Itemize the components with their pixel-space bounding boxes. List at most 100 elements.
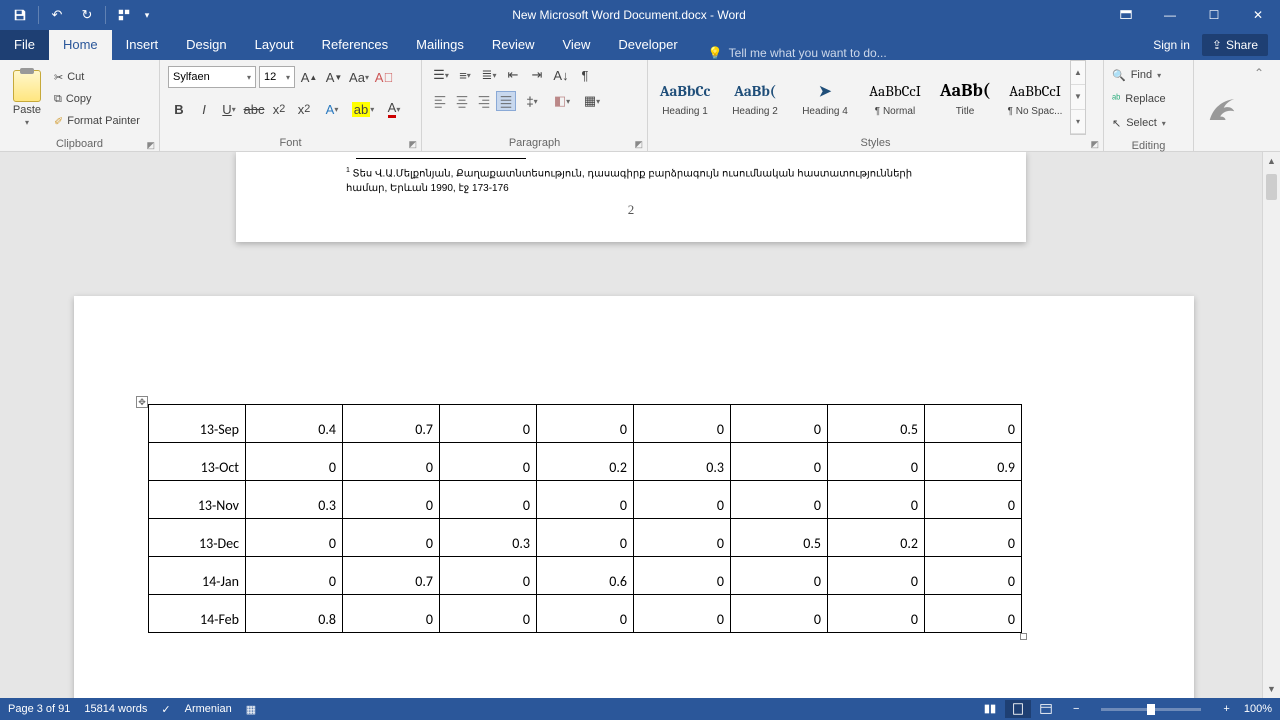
data-cell[interactable]: 0.3 <box>634 443 731 481</box>
data-cell[interactable]: 0 <box>246 443 343 481</box>
table-row[interactable]: 13-Sep0.40.700000.50 <box>149 405 1022 443</box>
italic-button[interactable]: I <box>193 98 215 120</box>
grow-font-button[interactable]: A▲ <box>298 66 320 88</box>
data-cell[interactable]: 0 <box>343 519 440 557</box>
zoom-in-button[interactable]: + <box>1223 703 1229 715</box>
redo-button[interactable]: ↻ <box>73 1 101 29</box>
paragraph-launcher[interactable]: ◩ <box>634 139 643 150</box>
footnote-text[interactable]: 1 Տես Վ.Ա.Մելքոնյան, Քաղաքատնտեսություն,… <box>346 166 916 195</box>
data-cell[interactable]: 0.5 <box>828 405 925 443</box>
bullets-button[interactable]: ☰▾ <box>430 64 452 86</box>
data-cell[interactable]: 0 <box>537 405 634 443</box>
style-heading-1[interactable]: AaBbCcHeading 1 <box>650 60 720 135</box>
strikethrough-button[interactable]: abc <box>243 98 265 120</box>
font-color-button[interactable]: A▾ <box>380 98 408 120</box>
table-resize-handle[interactable] <box>1020 633 1027 640</box>
maximize-button[interactable]: ☐ <box>1192 0 1236 30</box>
status-macro-icon[interactable]: ▦ <box>246 703 256 716</box>
data-cell[interactable]: 0 <box>925 481 1022 519</box>
text-effects-button[interactable]: A▾ <box>318 98 346 120</box>
data-cell[interactable]: 0.2 <box>828 519 925 557</box>
data-cell[interactable]: 0 <box>537 519 634 557</box>
style-title[interactable]: AaBb(Title <box>930 60 1000 135</box>
show-marks-button[interactable]: ¶ <box>574 64 596 86</box>
row-label-cell[interactable]: 14-Feb <box>149 595 246 633</box>
row-label-cell[interactable]: 14-Jan <box>149 557 246 595</box>
tell-me-box[interactable]: 💡 Tell me what you want to do... <box>708 46 887 60</box>
data-cell[interactable]: 0 <box>343 481 440 519</box>
data-cell[interactable]: 0 <box>925 519 1022 557</box>
data-cell[interactable]: 0.4 <box>246 405 343 443</box>
scroll-down-button[interactable]: ▼ <box>1263 680 1280 698</box>
data-cell[interactable]: 0.9 <box>925 443 1022 481</box>
cut-button[interactable]: ✂Cut <box>52 66 142 88</box>
tab-review[interactable]: Review <box>478 30 549 60</box>
tab-mailings[interactable]: Mailings <box>402 30 478 60</box>
align-center-button[interactable] <box>452 91 472 111</box>
share-button[interactable]: ⇪ Share <box>1202 34 1268 56</box>
gallery-down[interactable]: ▼ <box>1071 85 1085 109</box>
data-cell[interactable]: 0 <box>731 481 828 519</box>
table-row[interactable]: 13-Nov0.30000000 <box>149 481 1022 519</box>
style--no-spac-[interactable]: AaBbCcI¶ No Spac... <box>1000 60 1070 135</box>
paste-dropdown-caret[interactable]: ▾ <box>25 118 29 127</box>
undo-button[interactable]: ↶ <box>43 1 71 29</box>
subscript-button[interactable]: x2 <box>268 98 290 120</box>
row-label-cell[interactable]: 13-Dec <box>149 519 246 557</box>
status-language[interactable]: Armenian <box>185 703 232 715</box>
styles-gallery-scroll[interactable]: ▲▼▾ <box>1070 60 1086 135</box>
borders-button[interactable]: ▦▾ <box>578 90 606 112</box>
tab-developer[interactable]: Developer <box>604 30 691 60</box>
scroll-track[interactable] <box>1263 170 1280 680</box>
align-right-button[interactable] <box>474 91 494 111</box>
zoom-slider[interactable] <box>1101 708 1201 711</box>
data-cell[interactable]: 0 <box>246 519 343 557</box>
clipboard-launcher[interactable]: ◩ <box>146 140 155 151</box>
data-cell[interactable]: 0 <box>343 443 440 481</box>
table-row[interactable]: 14-Jan00.700.60000 <box>149 557 1022 595</box>
align-left-button[interactable] <box>430 91 450 111</box>
qat-customize-button[interactable]: ▾ <box>140 1 154 29</box>
data-cell[interactable]: 0 <box>440 557 537 595</box>
change-case-button[interactable]: Aa▾ <box>348 66 370 88</box>
data-cell[interactable]: 0 <box>343 595 440 633</box>
format-painter-button[interactable]: ✐Format Painter <box>52 110 142 132</box>
superscript-button[interactable]: x2 <box>293 98 315 120</box>
font-size-combobox[interactable]: 12▾ <box>259 66 295 88</box>
style--normal[interactable]: AaBbCcI¶ Normal <box>860 60 930 135</box>
status-word-count[interactable]: 15814 words <box>84 703 147 715</box>
font-launcher[interactable]: ◩ <box>408 139 417 150</box>
data-cell[interactable]: 0.7 <box>343 557 440 595</box>
data-cell[interactable]: 0 <box>246 557 343 595</box>
scroll-up-button[interactable]: ▲ <box>1263 152 1280 170</box>
minimize-button[interactable]: — <box>1148 0 1192 30</box>
data-cell[interactable]: 0 <box>537 595 634 633</box>
data-cell[interactable]: 0 <box>634 595 731 633</box>
row-label-cell[interactable]: 13-Sep <box>149 405 246 443</box>
data-cell[interactable]: 0.3 <box>440 519 537 557</box>
data-cell[interactable]: 0.7 <box>343 405 440 443</box>
data-cell[interactable]: 0 <box>634 557 731 595</box>
table-row[interactable]: 13-Oct0000.20.3000.9 <box>149 443 1022 481</box>
select-button[interactable]: ↖Select▾ <box>1112 112 1166 134</box>
paste-button[interactable]: Paste ▾ <box>6 64 48 132</box>
status-proofing-icon[interactable]: ✓ <box>161 703 170 716</box>
document-canvas[interactable]: 1 Տես Վ.Ա.Մելքոնյան, Քաղաքատնտեսություն,… <box>0 152 1262 698</box>
tab-references[interactable]: References <box>308 30 402 60</box>
data-cell[interactable]: 0 <box>925 557 1022 595</box>
replace-button[interactable]: ᵃᵇReplace <box>1112 88 1166 110</box>
data-cell[interactable]: 0 <box>731 405 828 443</box>
justify-button[interactable] <box>496 91 516 111</box>
underline-button[interactable]: U▾ <box>218 98 240 120</box>
data-cell[interactable]: 0 <box>440 443 537 481</box>
collapse-ribbon-button[interactable]: ⌃ <box>1250 60 1268 151</box>
data-cell[interactable]: 0 <box>828 443 925 481</box>
row-label-cell[interactable]: 13-Nov <box>149 481 246 519</box>
vertical-scrollbar[interactable]: ▲ ▼ <box>1262 152 1280 698</box>
scroll-thumb[interactable] <box>1266 174 1277 200</box>
data-cell[interactable]: 0.8 <box>246 595 343 633</box>
tab-design[interactable]: Design <box>172 30 240 60</box>
print-layout-button[interactable] <box>1005 700 1031 718</box>
data-cell[interactable]: 0 <box>925 405 1022 443</box>
addin-button[interactable] <box>1194 60 1250 152</box>
